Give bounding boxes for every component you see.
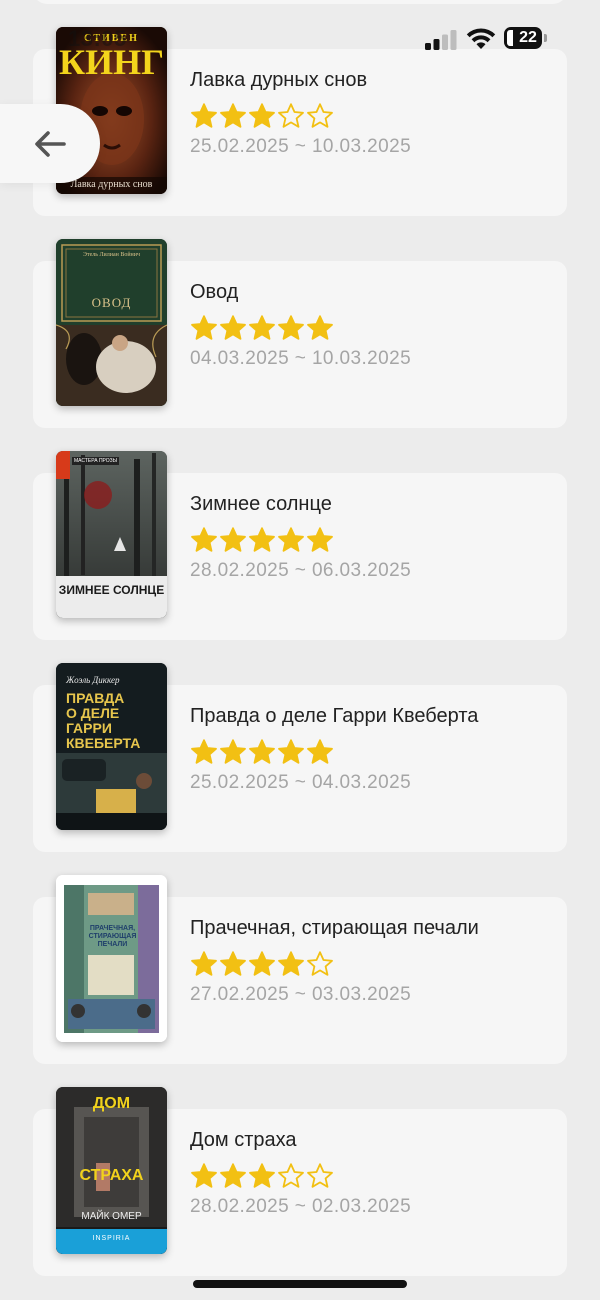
- star-filled-icon: [220, 739, 246, 764]
- star-empty-icon: [278, 1163, 304, 1188]
- book-title: Правда о деле Гарри Квеберта: [190, 705, 479, 727]
- cover-title: ПРАВДА О ДЕЛЕ ГАРРИ КВЕБЕРТА: [66, 691, 140, 751]
- star-filled-icon: [220, 1163, 246, 1188]
- star-empty-icon: [307, 951, 333, 976]
- book-cover: МАСТЕРА ПРОЗЫ ЗИМНЕЕ СОЛНЦЕ: [56, 451, 167, 618]
- battery-icon: 22: [504, 27, 548, 51]
- star-filled-icon: [278, 951, 304, 976]
- star-filled-icon: [220, 103, 246, 128]
- star-filled-icon: [249, 315, 275, 340]
- star-filled-icon: [249, 1163, 275, 1188]
- cover-title-bottom: СТРАХА: [79, 1167, 144, 1184]
- star-filled-icon: [249, 951, 275, 976]
- book-cover: Этель Лилиан Войнич ОВОД: [56, 239, 167, 406]
- cover-title: ПРАЧЕЧНАЯ, СТИРАЮЩАЯ ПЕЧАЛИ: [88, 925, 137, 949]
- star-filled-icon: [249, 527, 275, 552]
- battery-level: 22: [519, 29, 537, 46]
- star-filled-icon: [191, 103, 217, 128]
- book-info: Прачечная, стирающая печали 27.02.2025 ~…: [190, 916, 557, 1006]
- status-bar: 13:05 22: [0, 0, 600, 80]
- star-rating: [190, 102, 557, 130]
- book-title: Прачечная, стирающая печали: [190, 917, 479, 939]
- book-info: Дом страха 28.02.2025 ~ 02.03.2025: [190, 1128, 557, 1218]
- cover-title-top: ДОМ: [92, 1095, 131, 1112]
- star-filled-icon: [191, 1163, 217, 1188]
- cover-title-line: ПЕЧАЛИ: [97, 941, 128, 948]
- cellular-signal-icon: [425, 30, 457, 50]
- star-empty-icon: [278, 103, 304, 128]
- reading-dates: 25.02.2025 ~ 10.03.2025: [190, 136, 412, 157]
- book-card[interactable]: Жоэль Диккер ПРАВДА О ДЕЛЕ ГАРРИ КВЕБЕРТ…: [33, 663, 567, 852]
- star-filled-icon: [307, 739, 333, 764]
- star-rating: [190, 738, 557, 766]
- book-card[interactable]: ПРАЧЕЧНАЯ, СТИРАЮЩАЯ ПЕЧАЛИ Прачечная, с…: [33, 875, 567, 1064]
- star-rating: [190, 1162, 557, 1190]
- cover-publisher: INSPIRIA: [92, 1235, 131, 1242]
- cover-title-line: СТИРАЮЩАЯ: [88, 933, 137, 940]
- star-filled-icon: [191, 315, 217, 340]
- star-filled-icon: [278, 739, 304, 764]
- reading-dates: 25.02.2025 ~ 04.03.2025: [190, 772, 412, 793]
- book-card[interactable]: ДОМ СТРАХА МАЙК ОМЕР INSPIRIA Дом страха…: [33, 1087, 567, 1276]
- arrow-left-icon: [35, 130, 66, 157]
- book-cover: ПРАЧЕЧНАЯ, СТИРАЮЩАЯ ПЕЧАЛИ: [56, 875, 167, 1042]
- reading-dates: 28.02.2025 ~ 06.03.2025: [190, 560, 412, 581]
- cover-title: ЗИМНЕЕ СОЛНЦЕ: [58, 583, 165, 597]
- star-rating: [190, 314, 557, 342]
- cover-author: Жоэль Диккер: [66, 675, 120, 685]
- star-empty-icon: [307, 1163, 333, 1188]
- star-filled-icon: [191, 739, 217, 764]
- cover-title-line: ГАРРИ: [66, 720, 112, 736]
- star-rating: [190, 950, 557, 978]
- book-title: Овод: [190, 281, 239, 303]
- cover-title-line: ПРАЧЕЧНАЯ,: [89, 925, 136, 932]
- reading-dates: 27.02.2025 ~ 03.03.2025: [190, 984, 412, 1005]
- star-filled-icon: [278, 315, 304, 340]
- book-cover: Жоэль Диккер ПРАВДА О ДЕЛЕ ГАРРИ КВЕБЕРТ…: [56, 663, 167, 830]
- book-info: Овод 04.03.2025 ~ 10.03.2025: [190, 280, 557, 370]
- book-title: Зимнее солнце: [190, 493, 332, 515]
- star-filled-icon: [249, 739, 275, 764]
- reading-dates: 28.02.2025 ~ 02.03.2025: [190, 1196, 412, 1217]
- book-card[interactable]: Этель Лилиан Войнич ОВОД Овод 04.03.2025…: [33, 239, 567, 428]
- book-info: Лавка дурных снов 25.02.2025 ~ 10.03.202…: [190, 68, 557, 158]
- back-button[interactable]: [0, 104, 100, 183]
- book-info: Зимнее солнце 28.02.2025 ~ 06.03.2025: [190, 492, 557, 582]
- star-filled-icon: [220, 527, 246, 552]
- cover-title-line: ПРАВДА: [66, 690, 125, 706]
- cover-badge: МАСТЕРА ПРОЗЫ: [72, 457, 120, 465]
- star-filled-icon: [307, 527, 333, 552]
- cover-title-line: О ДЕЛЕ: [66, 705, 120, 721]
- star-filled-icon: [278, 527, 304, 552]
- home-indicator: [193, 1280, 407, 1288]
- cover-title-line: КВЕБЕРТА: [66, 735, 141, 751]
- book-info: Правда о деле Гарри Квеберта 25.02.2025 …: [190, 704, 557, 794]
- star-filled-icon: [307, 315, 333, 340]
- cover-title: ОВОД: [91, 295, 132, 310]
- star-filled-icon: [191, 527, 217, 552]
- star-filled-icon: [220, 315, 246, 340]
- star-empty-icon: [307, 103, 333, 128]
- book-title: Дом страха: [190, 1129, 297, 1151]
- book-cover: ДОМ СТРАХА МАЙК ОМЕР INSPIRIA: [56, 1087, 167, 1254]
- wifi-icon: [466, 28, 496, 49]
- status-time: 13:05: [68, 26, 127, 51]
- cover-author: Этель Лилиан Войнич: [83, 252, 140, 258]
- star-filled-icon: [220, 951, 246, 976]
- cover-author: МАЙК ОМЕР: [81, 1211, 142, 1222]
- star-rating: [190, 526, 557, 554]
- book-card[interactable]: МАСТЕРА ПРОЗЫ ЗИМНЕЕ СОЛНЦЕ Зимнее солнц…: [33, 451, 567, 640]
- star-filled-icon: [191, 951, 217, 976]
- star-filled-icon: [249, 103, 275, 128]
- reading-dates: 04.03.2025 ~ 10.03.2025: [190, 348, 412, 369]
